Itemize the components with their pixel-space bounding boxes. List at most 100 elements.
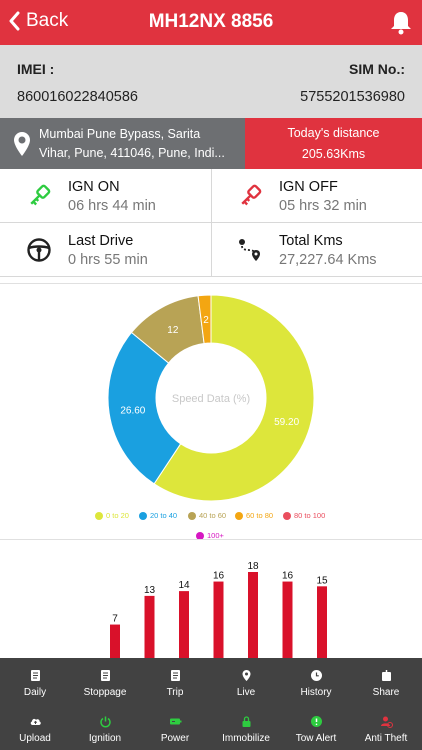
address-line-2: Vihar, Pune, 411046, Pune, Indi... [39,145,225,160]
legend-dot [139,511,147,520]
alert-icon [310,716,322,727]
legend-item: 0 to 20 [95,511,129,520]
stats-divider [211,169,212,277]
bar-chart: 7 13 14 16 18 16 15 [110,561,328,658]
legend-label: 0 to 20 [106,511,129,520]
nav-label: Immobilize [222,733,270,744]
bar [179,591,189,658]
bar-value-label: 15 [316,575,328,586]
legend-item: 40 to 60 [188,511,226,520]
stat-value: 06 hrs 44 min [68,198,156,214]
nav-label: Ignition [88,733,122,744]
slice-value-label: 59.20 [274,417,299,428]
bar [144,595,155,658]
legend-item: 60 to 80 [235,511,273,520]
stat-value: 0 hrs 55 min [68,252,148,268]
nav-label: Trip [166,687,184,698]
nav-power-button[interactable]: Power [140,715,210,744]
battery-icon [169,718,181,725]
sim-label: SIM No.: [349,61,405,77]
last-drive-stat: Last Drive 0 hrs 55 min [0,223,211,277]
slice-value-label: 2 [203,315,209,326]
nav-label: Upload [19,733,51,744]
route-icon [239,239,260,261]
legend-label: 40 to 60 [199,511,227,520]
stat-title: Last Drive [68,233,134,249]
bar-value-label: 16 [213,571,225,582]
bar [282,581,293,658]
nav-label: Tow Alert [295,733,337,744]
red-key-icon [241,184,262,206]
notification-button[interactable] [389,10,413,40]
stats-grid: IGN ON 06 hrs 44 min IGN OFF 05 hrs 32 m… [0,169,422,277]
address-line-1: Mumbai Pune Bypass, Sarita [39,126,201,141]
nav-label: Anti Theft [364,733,408,744]
nav-live-button[interactable]: Live [211,669,281,698]
legend-dot [283,511,291,520]
nav-label: Daily [23,687,47,698]
total-kms-stat: Total Kms 27,227.64 Kms [211,223,422,277]
bar [317,586,327,658]
nav-share-button[interactable]: Share [351,669,421,698]
steering-wheel-icon [27,238,51,262]
stat-title: IGN OFF [279,179,338,195]
sim-value: 5755201536980 [300,89,405,105]
anti-theft-icon [380,716,393,728]
nav-tow-alert-button[interactable]: Tow Alert [281,715,351,744]
clock-icon [310,670,322,681]
imei-value: 860016022840586 [17,89,138,105]
green-key-icon [30,184,51,206]
todays-distance-panel: Today's distance 205.63Kms [245,118,422,169]
cloud-upload-icon [30,718,41,725]
todays-distance-value: 205.63Kms [301,147,366,161]
nav-daily-button[interactable]: Daily [0,669,70,698]
address-panel[interactable]: Mumbai Pune Bypass, Sarita Vihar, Pune, … [0,118,245,169]
document-icon [170,670,180,681]
nav-upload-button[interactable]: Upload [0,715,70,744]
bar [248,572,258,658]
legend-label: 60 to 80 [246,511,274,520]
document-icon [100,670,110,681]
bar [213,581,224,658]
power-icon [99,716,111,728]
donut-center-label: Speed Data (%) [172,393,250,405]
ign-off-stat: IGN OFF 05 hrs 32 min [211,169,422,223]
divider [0,283,422,284]
slice-value-label: 26.60 [120,406,145,417]
share-icon [381,670,391,681]
vehicle-info-panel: IMEI : SIM No.: 860016022840586 57552015… [0,45,422,118]
bar-value-label: 18 [247,561,259,572]
speed-donut-chart: 59.20 26.60 12 2 Speed Data (%) [107,294,315,502]
nav-trip-button[interactable]: Trip [140,669,210,698]
legend-label: 80 to 100 [294,511,326,520]
stat-value: 27,227.64 Kms [279,252,377,268]
bar-value-label: 7 [112,614,118,625]
nav-history-button[interactable]: History [281,669,351,698]
nav-stoppage-button[interactable]: Stoppage [70,669,140,698]
bar [110,624,120,658]
legend-label: 20 to 40 [150,511,178,520]
legend-dot [235,511,243,520]
page-title: MH12NX 8856 [148,11,274,32]
bottom-toolbar: Daily Stoppage Trip Live History Share Upload I… [0,658,422,750]
nav-immobilize-button[interactable]: Immobilize [211,715,281,744]
document-icon [30,670,40,681]
bell-icon [391,12,411,35]
slice-value-label: 12 [167,325,179,336]
todays-distance-label: Today's distance [287,126,380,140]
app-header: Back MH12NX 8856 [0,0,422,45]
legend-item: 20 to 40 [139,511,177,520]
imei-label: IMEI : [17,61,55,77]
lock-icon [242,716,250,727]
ign-on-stat: IGN ON 06 hrs 44 min [0,169,211,223]
legend-dot [188,511,196,520]
nav-label: Live [236,687,256,698]
legend-item: 80 to 100 [283,511,325,520]
nav-label: Stoppage [83,687,127,698]
nav-anti-theft-button[interactable]: Anti Theft [351,715,421,744]
location-pin-icon [14,131,30,156]
location-pin-icon [242,670,250,681]
stat-title: Total Kms [279,233,343,249]
nav-ignition-button[interactable]: Ignition [70,715,140,744]
bar-value-label: 13 [144,585,156,596]
